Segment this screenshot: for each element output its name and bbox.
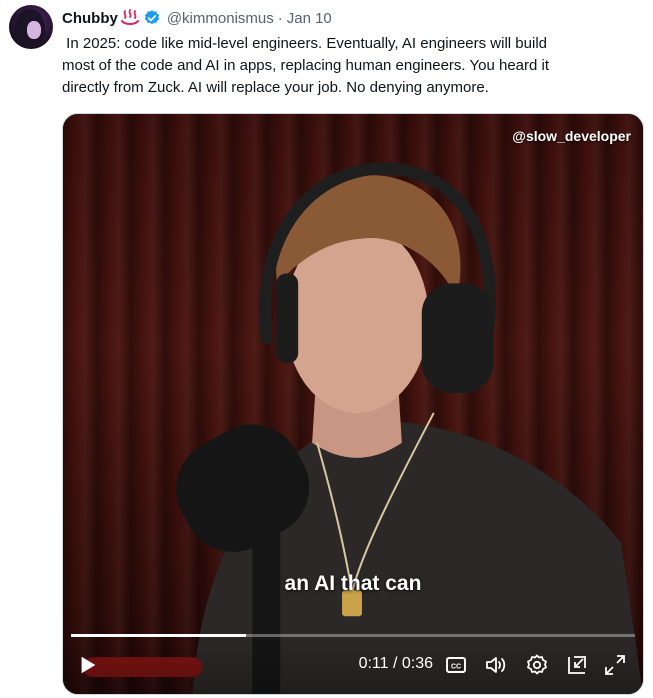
separator-dot: · — [277, 9, 283, 27]
settings-icon — [527, 654, 547, 675]
closed-captions-icon: CC — [446, 657, 466, 673]
svg-text:CC: CC — [451, 664, 461, 671]
settings-button[interactable] — [525, 653, 549, 677]
tweet-text: In 2025: code like mid-level engineers. … — [62, 35, 550, 96]
volume-button[interactable] — [484, 653, 508, 677]
hot-springs-icon — [120, 8, 140, 28]
video-controls: 0:11 / 0:36 CC — [63, 636, 643, 694]
volume-icon — [486, 657, 506, 673]
video-player[interactable]: @slow_developer an AI that can 0:11 / 0:… — [62, 113, 644, 695]
tweet-header: Chubby @kimmonismus · Jan 10 — [62, 8, 332, 28]
video-caption: an AI that can — [284, 572, 422, 595]
video-frame-person — [82, 162, 643, 694]
pop-out-button[interactable] — [565, 653, 589, 677]
video-time: 0:11 / 0:36 — [358, 655, 433, 672]
author-handle[interactable]: @kimmonismus — [167, 10, 274, 27]
tweet-date[interactable]: Jan 10 — [287, 10, 332, 27]
closed-captions-button[interactable]: CC — [444, 653, 468, 677]
pop-out-icon — [568, 656, 586, 674]
fullscreen-button[interactable] — [603, 653, 627, 677]
author-avatar[interactable] — [9, 5, 53, 49]
verified-badge-icon — [143, 9, 161, 27]
play-icon — [81, 656, 96, 674]
play-button[interactable] — [77, 654, 99, 676]
fullscreen-icon — [605, 655, 625, 675]
author-name[interactable]: Chubby — [62, 10, 118, 27]
video-watermark: @slow_developer — [512, 128, 631, 144]
avatar-face — [27, 21, 41, 39]
